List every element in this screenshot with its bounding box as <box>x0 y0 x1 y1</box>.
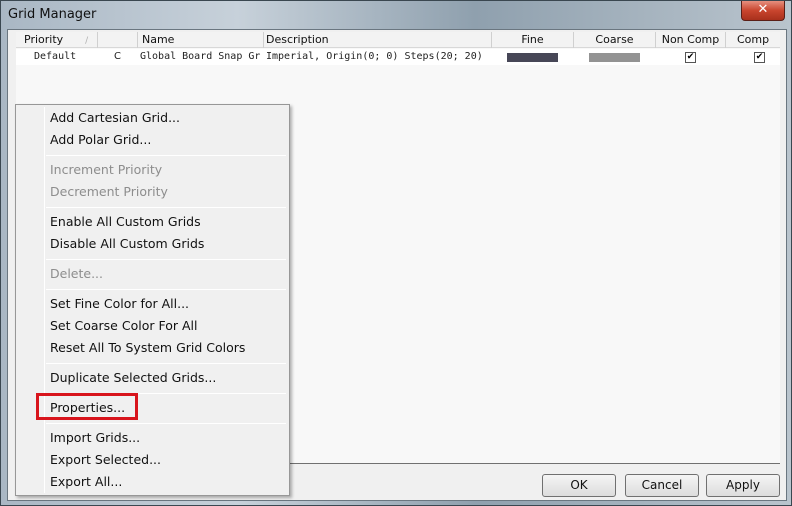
checkmark-icon: ✔ <box>686 52 695 62</box>
table-header: Priority / Name Description Fine Coarse N… <box>16 32 780 48</box>
column-header-comp[interactable]: Comp <box>726 32 780 48</box>
sort-ascending-icon: / <box>85 36 89 46</box>
cell-description: Imperial, Origin(0; 0) Steps(20; 20) <box>266 51 483 62</box>
column-header-priority[interactable]: Priority / <box>16 32 98 48</box>
menu-item-export-selected[interactable]: Export Selected... <box>50 449 161 471</box>
apply-button[interactable]: Apply <box>706 474 780 497</box>
column-header-coarse[interactable]: Coarse <box>574 32 656 48</box>
non-comp-checkbox[interactable]: ✔ <box>685 52 696 63</box>
column-header-description[interactable]: Description <box>264 32 492 48</box>
menu-item-set-coarse-color-for-all[interactable]: Set Coarse Color For All <box>50 315 197 337</box>
menu-item-duplicate-selected-grids[interactable]: Duplicate Selected Grids... <box>50 367 216 389</box>
menu-item-export-all[interactable]: Export All... <box>50 471 122 493</box>
menu-item-delete: Delete... <box>50 266 103 281</box>
properties-highlight-box <box>36 393 138 420</box>
menu-item-reset-all-to-system-grid-colors[interactable]: Reset All To System Grid Colors <box>50 337 245 359</box>
cell-type: C <box>114 51 121 62</box>
menu-item-increment-priority: Increment Priority <box>50 162 163 177</box>
menu-item-enable-all-custom-grids[interactable]: Enable All Custom Grids <box>50 211 201 233</box>
menu-separator <box>46 289 286 290</box>
close-icon: ✕ <box>757 2 769 17</box>
checkmark-icon: ✔ <box>755 52 764 62</box>
menu-item-decrement-priority: Decrement Priority <box>50 184 168 199</box>
menu-icon-gutter <box>44 107 45 493</box>
cell-priority: Default <box>34 51 77 62</box>
menu-item-add-polar-grid[interactable]: Add Polar Grid... <box>50 129 151 151</box>
cancel-button[interactable]: Cancel <box>625 474 699 497</box>
menu-separator <box>46 259 286 260</box>
context-menu: Add Cartesian Grid... Add Polar Grid... … <box>15 104 290 496</box>
close-button[interactable]: ✕ <box>741 1 785 21</box>
menu-item-disable-all-custom-grids[interactable]: Disable All Custom Grids <box>50 233 204 255</box>
column-header-fine[interactable]: Fine <box>492 32 574 48</box>
fine-color-swatch[interactable] <box>507 53 558 62</box>
column-header-type[interactable] <box>98 32 138 48</box>
column-label: Priority <box>24 33 64 46</box>
menu-item-import-grids[interactable]: Import Grids... <box>50 427 140 449</box>
window-title: Grid Manager <box>8 7 97 22</box>
menu-item-add-cartesian-grid[interactable]: Add Cartesian Grid... <box>50 107 180 129</box>
menu-item-set-fine-color-for-all[interactable]: Set Fine Color for All... <box>50 293 189 315</box>
cell-name: Global Board Snap Gr <box>140 51 261 62</box>
menu-separator <box>46 363 286 364</box>
menu-separator <box>46 155 286 156</box>
table-row[interactable]: Default C Global Board Snap Gr Imperial,… <box>16 49 780 65</box>
ok-button[interactable]: OK <box>542 474 616 497</box>
menu-separator <box>46 423 286 424</box>
column-header-name[interactable]: Name <box>138 32 264 48</box>
column-header-non-comp[interactable]: Non Comp <box>656 32 726 48</box>
title-bar[interactable]: Grid Manager ✕ <box>1 1 791 29</box>
menu-separator <box>46 207 286 208</box>
coarse-color-swatch[interactable] <box>589 53 640 62</box>
comp-checkbox[interactable]: ✔ <box>754 52 765 63</box>
